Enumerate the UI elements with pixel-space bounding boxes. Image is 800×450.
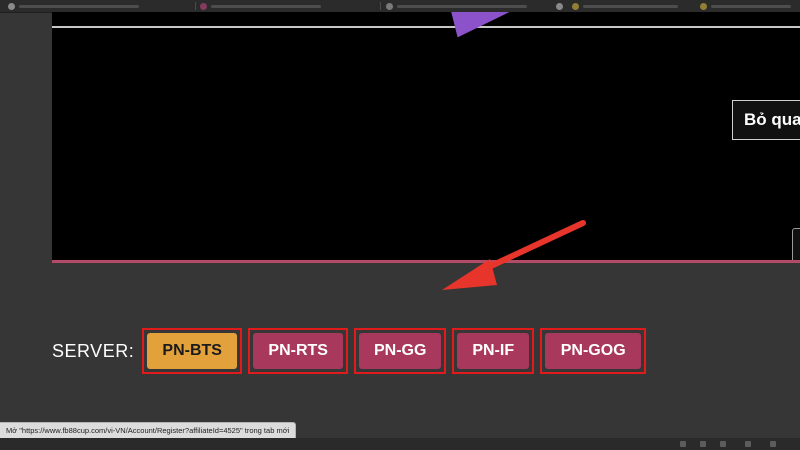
tab-title xyxy=(19,4,139,8)
tray-icon xyxy=(680,441,686,447)
browser-tab[interactable] xyxy=(572,0,692,12)
server-button-label: PN-GOG xyxy=(545,333,642,369)
tab-separator xyxy=(195,2,196,10)
site-favicon-icon xyxy=(8,2,15,10)
browser-tab[interactable] xyxy=(200,0,350,12)
site-favicon-icon xyxy=(386,2,393,10)
server-button-pn-gg[interactable]: PN-GG xyxy=(354,328,447,374)
tray-icon xyxy=(700,441,706,447)
skip-ad-label: Bỏ qua xyxy=(744,110,800,129)
browser-tab[interactable] xyxy=(8,0,158,12)
tab-title xyxy=(211,4,321,8)
bottom-strip xyxy=(0,438,800,450)
server-button-label: PN-GG xyxy=(359,333,442,369)
tray-icon xyxy=(745,441,751,447)
tab-title xyxy=(583,4,678,8)
tray-icon xyxy=(720,441,726,447)
tab-title xyxy=(711,4,791,8)
player-side-control[interactable] xyxy=(792,228,800,260)
server-button-pn-rts[interactable]: PN-RTS xyxy=(248,328,349,374)
browser-tab[interactable] xyxy=(700,0,800,12)
play-triangle-icon xyxy=(448,12,512,38)
tab-title xyxy=(397,4,527,8)
server-button-pn-if[interactable]: PN-IF xyxy=(452,328,535,374)
server-button-pn-bts[interactable]: PN-BTS xyxy=(142,328,243,374)
tab-separator xyxy=(380,2,381,10)
server-button-pn-gog[interactable]: PN-GOG xyxy=(540,328,647,374)
server-button-label: PN-RTS xyxy=(253,333,344,369)
site-favicon-icon xyxy=(200,2,207,10)
tray-icon xyxy=(770,441,776,447)
browser-tab[interactable] xyxy=(386,0,546,12)
skip-ad-button[interactable]: Bỏ qua xyxy=(732,100,800,140)
smiley-favicon-icon xyxy=(572,2,579,10)
server-button-label: PN-BTS xyxy=(147,333,238,369)
server-button-label: PN-IF xyxy=(457,333,530,369)
server-selector: SERVER: PN-BTS PN-RTS PN-GG PN-IF PN-GOG xyxy=(52,328,652,374)
server-label: SERVER: xyxy=(52,340,135,361)
progress-line xyxy=(52,26,800,28)
smiley-favicon-icon xyxy=(700,2,707,10)
site-favicon-icon xyxy=(556,2,563,10)
video-player[interactable]: Bỏ qua xyxy=(52,12,800,263)
